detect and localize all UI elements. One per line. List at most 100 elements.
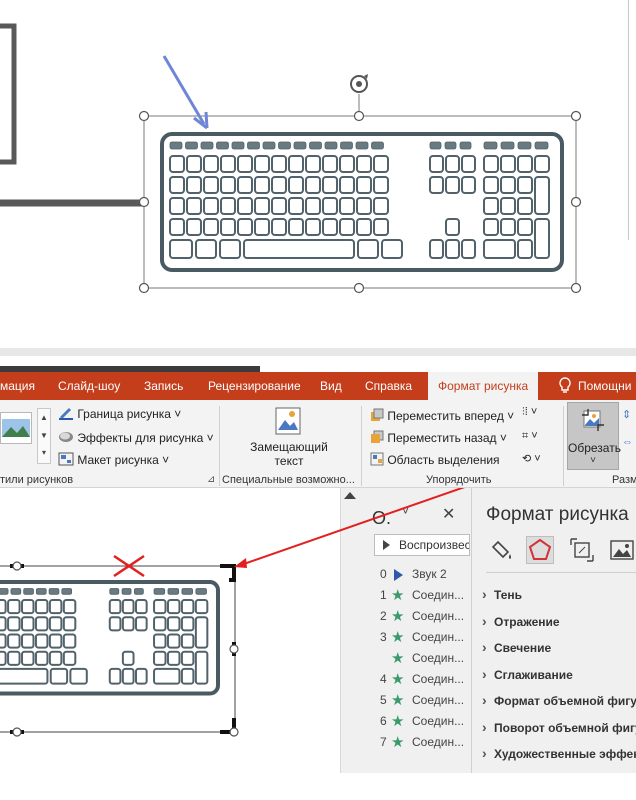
- rotate-handle-icon[interactable]: [350, 74, 368, 93]
- picture-layout-label: Макет рисунка: [77, 453, 159, 467]
- format-section[interactable]: Тень: [482, 586, 522, 602]
- play-button[interactable]: Воспроизвест: [374, 534, 470, 556]
- group-divider: [563, 406, 564, 486]
- star-icon: ★: [391, 629, 405, 646]
- star-icon: ★: [391, 734, 405, 751]
- bring-forward-button[interactable]: Переместить вперед ˅: [370, 408, 514, 423]
- rotate-button[interactable]: ⟲ ˅: [522, 452, 541, 465]
- ribbon-tab-bar: мация Слайд-шоу Запись Рецензирование Ви…: [0, 372, 636, 400]
- size-properties-icon[interactable]: [568, 536, 596, 564]
- rotate-icon: ⟲: [522, 453, 532, 465]
- crop-dropdown-icon[interactable]: ˅: [568, 455, 618, 466]
- gallery-scroll[interactable]: ▲ ▼ ▾: [37, 408, 51, 464]
- picture-border-label: Граница рисунка: [77, 407, 171, 421]
- effects-icon: [59, 432, 73, 442]
- animation-item[interactable]: 1 ★ Соедин...: [360, 585, 472, 605]
- animation-item[interactable]: 2 ★ Соедин...: [360, 606, 472, 626]
- keyboard-picture-bottom[interactable]: [0, 580, 220, 696]
- gallery-down-icon[interactable]: ▼: [38, 427, 50, 445]
- resize-handle[interactable]: [353, 282, 365, 294]
- annotation-blue-arrow: [162, 55, 209, 130]
- width-icon[interactable]: ⇔: [622, 436, 633, 448]
- format-section[interactable]: Поворот объемной фигуры: [482, 719, 636, 735]
- pane-options-icon[interactable]: ˅: [402, 504, 409, 518]
- resize-handle[interactable]: [229, 727, 239, 737]
- picture-icon[interactable]: [608, 536, 636, 564]
- alt-text-button[interactable]: Замещающий текст: [249, 440, 329, 468]
- tab-picture-format[interactable]: Формат рисунка: [428, 372, 539, 400]
- align-button[interactable]: ⫶⁞ ˅: [522, 406, 537, 419]
- picture-layout-button[interactable]: Макет рисунка ˅: [58, 452, 169, 467]
- resize-handle[interactable]: [570, 196, 582, 208]
- fill-line-icon[interactable]: [490, 536, 518, 564]
- format-section[interactable]: Сглаживание: [482, 666, 573, 682]
- resize-handle[interactable]: [12, 727, 22, 737]
- height-icon[interactable]: ⇕: [622, 408, 631, 421]
- tab-view[interactable]: Вид: [320, 372, 342, 400]
- vertical-scrollbar[interactable]: [340, 488, 360, 773]
- crop-button[interactable]: Обрезать ˅: [567, 402, 621, 470]
- resize-handle[interactable]: [570, 282, 582, 294]
- rectangle-shape[interactable]: [0, 23, 17, 165]
- tab-review[interactable]: Рецензирование: [208, 372, 301, 400]
- group-label-size: Разм: [612, 474, 636, 486]
- resize-handle[interactable]: [570, 110, 582, 122]
- slide-edge: [628, 0, 629, 240]
- animation-item[interactable]: 4 ★ Соедин...: [360, 669, 472, 689]
- pen-icon: [59, 408, 73, 420]
- picture-style-thumb[interactable]: [0, 412, 32, 444]
- tab-tell-me[interactable]: Помощни: [578, 372, 631, 400]
- tab-animations[interactable]: мация: [0, 372, 35, 400]
- picture-border-button[interactable]: Граница рисунка ˅: [58, 406, 181, 421]
- resize-handle[interactable]: [12, 561, 22, 571]
- animation-label: Соедин...: [412, 630, 465, 644]
- tab-record[interactable]: Запись: [144, 372, 183, 400]
- tab-slideshow[interactable]: Слайд-шоу: [58, 372, 120, 400]
- scroll-up-icon[interactable]: [344, 492, 356, 499]
- animation-item[interactable]: 6 ★ Соедин...: [360, 711, 472, 731]
- dialog-launcher-icon[interactable]: ⊿: [207, 474, 215, 485]
- gallery-up-icon[interactable]: ▲: [38, 409, 50, 427]
- animation-item[interactable]: 0 Звук 2: [360, 564, 472, 584]
- crop-handle[interactable]: [220, 564, 236, 582]
- resize-handle[interactable]: [138, 196, 150, 208]
- resize-handle[interactable]: [229, 644, 239, 654]
- animation-order: 0: [380, 567, 387, 581]
- keyboard-picture-top[interactable]: [160, 132, 564, 272]
- gallery-more-icon[interactable]: ▾: [38, 445, 50, 461]
- resize-handle[interactable]: [138, 282, 150, 294]
- animation-item[interactable]: 3 ★ Соедин...: [360, 627, 472, 647]
- close-icon[interactable]: ✕: [442, 504, 455, 524]
- play-label: Воспроизвест: [399, 538, 470, 552]
- resize-handle[interactable]: [353, 110, 365, 122]
- resize-handle[interactable]: [138, 110, 150, 122]
- format-section[interactable]: Формат объемной фигуры: [482, 692, 636, 708]
- send-backward-button[interactable]: Переместить назад ˅: [370, 430, 507, 445]
- star-icon: ★: [391, 692, 405, 709]
- picture-effects-button[interactable]: Эффекты для рисунка ˅: [58, 430, 214, 445]
- tab-help[interactable]: Справка: [365, 372, 412, 400]
- layout-icon: [58, 452, 74, 466]
- selection-pane-button[interactable]: Область выделения: [370, 452, 500, 467]
- app-root: мация Слайд-шоу Запись Рецензирование Ви…: [0, 0, 636, 800]
- group-divider: [361, 406, 362, 486]
- animation-label: Соедин...: [412, 735, 465, 749]
- alt-text-label-1: Замещающий: [250, 440, 328, 454]
- format-section[interactable]: Отражение: [482, 613, 559, 629]
- format-section[interactable]: Художественные эффекты: [482, 745, 636, 761]
- slide-canvas-top[interactable]: [0, 0, 636, 348]
- format-section[interactable]: Свечение: [482, 639, 551, 655]
- crop-label: Обрезать: [568, 441, 621, 455]
- alt-text-icon[interactable]: [274, 406, 302, 436]
- animation-item[interactable]: 7 ★ Соедин...: [360, 732, 472, 752]
- format-pane-divider: [486, 572, 636, 573]
- ribbon-body: ▲ ▼ ▾ Граница рисунка ˅ Эффекты для рису…: [0, 400, 636, 488]
- screenshot-separator: [0, 348, 636, 356]
- animation-label: Звук 2: [412, 567, 447, 581]
- animation-item[interactable]: ★ Соедин...: [360, 648, 472, 668]
- slide-canvas-bottom[interactable]: О. ˅ ✕ Воспроизвест 0 Звук 2 1 ★ Соедин... 2 ★…: [0, 488, 636, 800]
- group-button[interactable]: ⌗ ˅: [522, 430, 538, 443]
- animation-item[interactable]: 5 ★ Соедин...: [360, 690, 472, 710]
- animation-order: 7: [380, 735, 387, 749]
- effects-pentagon-icon[interactable]: [526, 536, 554, 564]
